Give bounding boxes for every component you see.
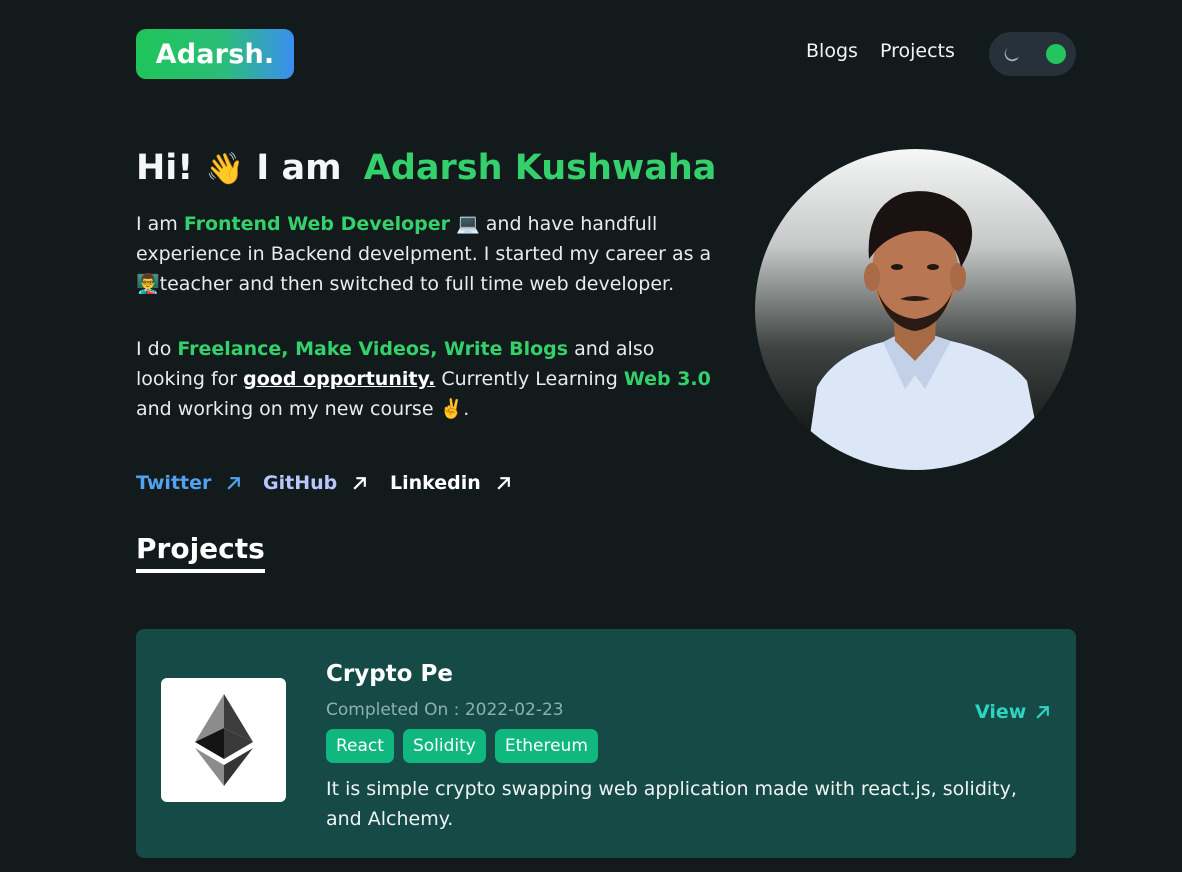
bio-text: I do (136, 338, 178, 360)
i-am-text: I am (256, 148, 342, 188)
view-project-link[interactable]: View (975, 701, 1051, 723)
twitter-label: Twitter (136, 472, 212, 494)
person-illustration (805, 191, 1045, 470)
nav-link-projects[interactable]: Projects (880, 40, 955, 62)
github-link[interactable]: GitHub (263, 472, 368, 494)
waving-hand-icon: 👋 (205, 151, 245, 187)
tag-solidity: Solidity (402, 729, 486, 763)
tag-ethereum: Ethereum (494, 729, 598, 763)
learning-highlight: Web 3.0 (623, 368, 711, 390)
github-label: GitHub (263, 472, 338, 494)
bio-text: I am (136, 213, 184, 235)
bio-paragraph-2: I do Freelance, Make Videos, Write Blogs… (136, 334, 726, 424)
logo[interactable]: Adarsh. (136, 29, 294, 79)
laptop-icon: 💻 (450, 213, 486, 235)
linkedin-link[interactable]: Linkedin (390, 472, 512, 494)
toggle-knob[interactable] (1046, 44, 1066, 64)
linkedin-label: Linkedin (390, 472, 481, 494)
external-arrow-icon (227, 476, 241, 490)
external-arrow-icon (497, 476, 510, 490)
nav-link-blogs[interactable]: Blogs (806, 40, 858, 62)
tag-react: React (326, 729, 394, 763)
profile-photo (755, 149, 1076, 470)
bio-text: teacher and then switched to full time w… (159, 273, 675, 295)
project-description: It is simple crypto swapping web applica… (326, 778, 1017, 830)
external-arrow-icon (1036, 705, 1050, 719)
portfolio-page: Adarsh. Blogs Projects Hi! 👋 I am Adarsh… (0, 0, 1182, 872)
moon-icon (1004, 47, 1019, 62)
bio-paragraph-1: I am Frontend Web Developer 💻 and have h… (136, 209, 726, 299)
opportunity-link[interactable]: good opportunity. (243, 368, 435, 390)
hero-name: Adarsh Kushwaha (363, 148, 717, 188)
bio-text: and working on my new course (136, 398, 440, 420)
project-tags: React Solidity Ethereum (326, 729, 598, 763)
greeting-text: Hi! (136, 148, 194, 188)
teacher-icon: 👨‍🏫 (136, 273, 160, 295)
projects-section-title: Projects (136, 532, 265, 573)
ethereum-icon (194, 694, 253, 786)
external-arrow-icon (353, 476, 367, 490)
project-completed-date: Completed On : 2022-02-23 (326, 700, 564, 720)
ethereum-logo (161, 678, 286, 802)
view-label: View (975, 701, 1027, 723)
role-highlight: Frontend Web Developer (183, 213, 451, 235)
twitter-link[interactable]: Twitter (136, 472, 242, 494)
bio-text: Currently Learning (435, 368, 624, 390)
victory-hand-icon: ✌️ (439, 398, 464, 420)
bio-text: . (463, 398, 470, 420)
project-title: Crypto Pe (326, 661, 453, 687)
hero-heading: Hi! 👋 I am Adarsh Kushwaha (136, 148, 716, 188)
activities-highlight: Freelance, Make Videos, Write Blogs (177, 338, 569, 360)
